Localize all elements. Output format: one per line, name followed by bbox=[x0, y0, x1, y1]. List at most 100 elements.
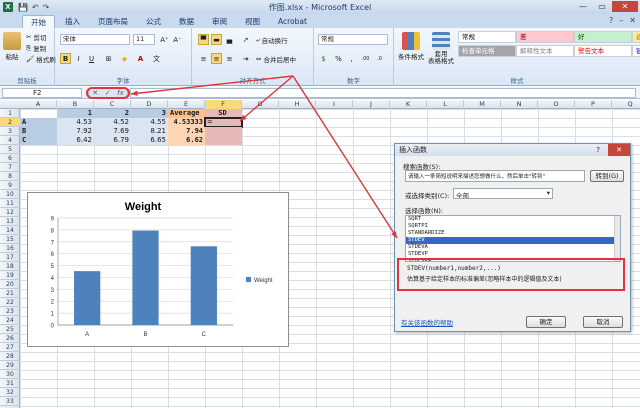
indent-icon[interactable]: ⇥ bbox=[240, 53, 251, 64]
font-color-icon[interactable]: A bbox=[135, 53, 146, 64]
align-bottom-icon[interactable]: ▄ bbox=[224, 34, 235, 45]
merge-center-button[interactable]: ⇔ 合并后居中 bbox=[256, 54, 296, 64]
sheet-cell[interactable]: 1 bbox=[57, 109, 94, 118]
column-header[interactable]: P bbox=[575, 100, 612, 109]
row-header[interactable]: 9 bbox=[0, 181, 20, 190]
sheet-cell[interactable]: 4.55 bbox=[131, 118, 168, 127]
sheet-cell[interactable]: 6.42 bbox=[57, 136, 94, 145]
tab-3[interactable]: 公式 bbox=[138, 15, 169, 28]
help-icon[interactable]: ? bbox=[609, 16, 613, 25]
function-list-item[interactable]: STANDARDIZE bbox=[406, 230, 620, 237]
row-header[interactable]: 29 bbox=[0, 361, 20, 370]
sheet-cell[interactable]: 7.94 bbox=[168, 127, 205, 136]
close-button[interactable]: ✕ bbox=[612, 1, 638, 12]
row-header[interactable]: 14 bbox=[0, 226, 20, 235]
function-list[interactable]: SQRT SQRTPI STANDARDIZE STDEV STDEVA STDEVP ST… bbox=[405, 215, 621, 262]
column-header[interactable]: E bbox=[168, 100, 205, 109]
column-header[interactable]: J bbox=[353, 100, 390, 109]
function-list-item[interactable]: STDEVP bbox=[406, 251, 620, 258]
column-header[interactable]: I bbox=[316, 100, 353, 109]
dialog-help-icon[interactable]: ? bbox=[596, 144, 600, 156]
italic-button[interactable]: I bbox=[73, 53, 84, 64]
sheet-cell[interactable]: SD bbox=[205, 109, 242, 118]
sheet-cell[interactable]: 4.52 bbox=[94, 118, 131, 127]
cancel-button[interactable]: 取消 bbox=[583, 316, 623, 328]
phonetic-button[interactable]: 文 bbox=[151, 53, 162, 64]
comma-button[interactable]: , bbox=[346, 53, 357, 64]
row-header[interactable]: 32 bbox=[0, 388, 20, 397]
font-size-select[interactable]: 11 bbox=[133, 34, 155, 45]
copy-button[interactable]: ⎘ 复制 bbox=[26, 43, 46, 54]
tab-2[interactable]: 页面布局 bbox=[90, 15, 136, 28]
cell-style-5[interactable]: 解释性文本 bbox=[516, 45, 574, 57]
row-header[interactable]: 13 bbox=[0, 217, 20, 226]
column-header[interactable]: L bbox=[427, 100, 464, 109]
sheet-cell[interactable]: 4.53 bbox=[57, 118, 94, 127]
row-header[interactable]: 33 bbox=[0, 397, 20, 406]
align-left-icon[interactable]: ≡ bbox=[198, 53, 209, 64]
row-header[interactable]: 15 bbox=[0, 235, 20, 244]
align-top-icon[interactable]: ▀ bbox=[198, 34, 209, 45]
align-middle-icon[interactable]: ▬ bbox=[211, 34, 222, 45]
column-header[interactable]: H bbox=[279, 100, 316, 109]
sheet-cell[interactable]: 7.92 bbox=[57, 127, 94, 136]
increase-decimal-button[interactable]: .00 bbox=[360, 53, 371, 64]
function-list-item[interactable]: SQRTPI bbox=[406, 223, 620, 230]
sheet-cell[interactable] bbox=[205, 127, 242, 136]
column-header[interactable]: N bbox=[501, 100, 538, 109]
row-header[interactable]: 19 bbox=[0, 271, 20, 280]
row-header[interactable]: 22 bbox=[0, 298, 20, 307]
fill-color-icon[interactable]: ◈ bbox=[119, 53, 130, 64]
cell-style-0[interactable]: 常规 bbox=[458, 31, 516, 43]
tab-6[interactable]: 视图 bbox=[237, 15, 268, 28]
sheet-cell[interactable]: C bbox=[20, 136, 57, 145]
wrap-text-button[interactable]: ⤶ 自动换行 bbox=[256, 35, 288, 46]
go-button[interactable]: 转到(G) bbox=[590, 170, 624, 182]
cell-style-6[interactable]: 警告文本 bbox=[574, 45, 632, 57]
bold-button[interactable]: B bbox=[60, 53, 71, 64]
category-select[interactable]: 全部 ▾ bbox=[453, 188, 553, 199]
tab-7[interactable]: Acrobat bbox=[270, 15, 315, 28]
align-center-icon[interactable]: ≡ bbox=[211, 53, 222, 64]
function-help-link[interactable]: 有关该函数的帮助 bbox=[401, 317, 453, 327]
weight-chart[interactable]: Weight 0 1 2 3 4 5 6 7 8 9 A B C Weight bbox=[27, 192, 289, 347]
function-list-item[interactable]: STDEV bbox=[406, 237, 620, 244]
sheet-cell[interactable]: 7.69 bbox=[94, 127, 131, 136]
row-header[interactable]: 20 bbox=[0, 280, 20, 289]
format-painter-button[interactable]: 🖌 格式刷 bbox=[26, 54, 56, 64]
sheet-cell[interactable]: 6.79 bbox=[94, 136, 131, 145]
row-header[interactable]: 16 bbox=[0, 244, 20, 253]
column-header[interactable]: C bbox=[94, 100, 131, 109]
percent-button[interactable]: % bbox=[333, 53, 344, 64]
row-header[interactable]: 10 bbox=[0, 190, 20, 199]
minimize-button[interactable]: — bbox=[574, 1, 592, 12]
row-header[interactable]: 26 bbox=[0, 334, 20, 343]
shrink-font-button[interactable]: A⁻ bbox=[172, 34, 183, 45]
save-icon[interactable]: 💾 bbox=[18, 3, 28, 12]
paste-button[interactable]: 粘贴 bbox=[3, 32, 21, 61]
active-cell[interactable]: = bbox=[204, 117, 243, 128]
sheet-cell[interactable]: B bbox=[20, 127, 57, 136]
column-header[interactable]: A bbox=[20, 100, 57, 109]
format-as-table-button[interactable]: 套用 表格格式 bbox=[428, 32, 454, 65]
sheet-cell[interactable]: 3 bbox=[131, 109, 168, 118]
undo-icon[interactable]: ↶ bbox=[32, 3, 39, 12]
function-list-scrollbar[interactable] bbox=[614, 216, 620, 261]
row-header[interactable]: 5 bbox=[0, 145, 20, 154]
ribbon-close-icon[interactable]: ✕ bbox=[629, 16, 636, 25]
cell-style-1[interactable]: 差 bbox=[516, 31, 574, 43]
cell-style-7[interactable]: 链 bbox=[632, 45, 640, 57]
search-function-input[interactable]: 请输入一条简短说明来描述您想做什么，然后单击"转到" bbox=[405, 170, 585, 182]
sheet-cell[interactable] bbox=[205, 136, 242, 145]
tab-0[interactable]: 开始 bbox=[22, 15, 55, 28]
sheet-cell[interactable]: A bbox=[20, 118, 57, 127]
cell-style-3[interactable]: 适 bbox=[632, 31, 640, 43]
formula-input[interactable] bbox=[130, 88, 636, 98]
row-header[interactable]: 24 bbox=[0, 316, 20, 325]
row-header[interactable]: 27 bbox=[0, 343, 20, 352]
tab-5[interactable]: 审阅 bbox=[204, 15, 235, 28]
row-header[interactable]: 21 bbox=[0, 289, 20, 298]
sheet-cell[interactable]: 6.65 bbox=[131, 136, 168, 145]
name-box[interactable]: F2 bbox=[2, 88, 82, 98]
sheet-cell[interactable]: 8.21 bbox=[131, 127, 168, 136]
